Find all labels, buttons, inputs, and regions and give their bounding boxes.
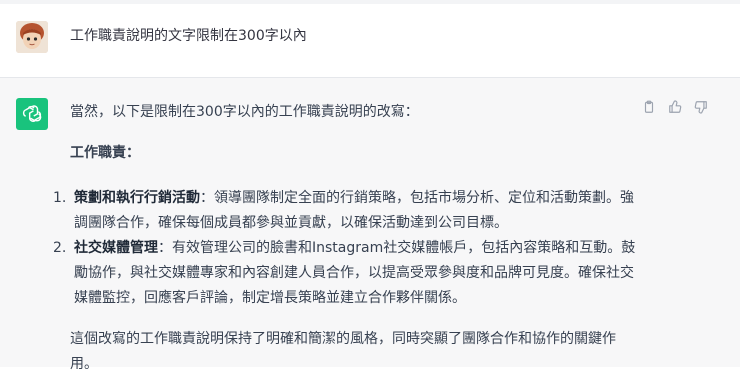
assistant-avatar — [16, 98, 48, 130]
thumbs-up-button[interactable] — [668, 100, 682, 114]
list-item: 1. 策劃和執行行銷活動：領導團隊制定全面的行銷策略，包括市場分析、定位和活動策劃… — [53, 186, 640, 236]
thumbs-down-icon — [694, 101, 707, 114]
user-avatar-image — [16, 21, 48, 53]
assistant-message-content: 當然，以下是限制在300字以內的工作職責說明的改寫： 工作職責： 1. 策劃和執行… — [53, 100, 640, 377]
assistant-message-row: 當然，以下是限制在300字以內的工作職責說明的改寫： 工作職責： 1. 策劃和執行… — [0, 78, 740, 372]
user-message-text: 工作職責說明的文字限制在300字以內 — [70, 28, 307, 44]
user-message-row: 工作職責說明的文字限制在300字以內 — [0, 0, 740, 78]
assistant-intro: 當然，以下是限制在300字以內的工作職責說明的改寫： — [70, 104, 419, 120]
list-item-number: 1. — [53, 190, 67, 206]
clipboard-icon — [644, 100, 654, 113]
assistant-closing: 這個改寫的工作職責說明保持了明確和簡潔的風格，同時突顯了團隊合作和協作的關鍵作用… — [70, 331, 616, 372]
message-actions — [642, 100, 708, 114]
list-item-title: 社交媒體管理 — [74, 240, 158, 256]
user-avatar — [16, 21, 48, 53]
thumbs-down-button[interactable] — [694, 100, 708, 114]
list-item: 2. 社交媒體管理：有效管理公司的臉書和Instagram社交媒體帳戶，包括內容策… — [53, 236, 640, 311]
openai-logo-icon — [22, 105, 42, 122]
section-heading: 工作職責： — [70, 145, 140, 161]
thumbs-up-icon — [669, 100, 682, 113]
list-item-body: ：有效管理公司的臉書和Instagram社交媒體帳戶，包括內容策略和互動。鼓勵協… — [74, 240, 636, 306]
top-edge — [0, 0, 740, 4]
list-item-title: 策劃和執行行銷活動 — [74, 190, 200, 206]
list-item-number: 2. — [53, 240, 67, 256]
responsibility-list: 1. 策劃和執行行銷活動：領導團隊制定全面的行銷策略，包括市場分析、定位和活動策劃… — [53, 186, 640, 311]
copy-button[interactable] — [642, 100, 656, 114]
